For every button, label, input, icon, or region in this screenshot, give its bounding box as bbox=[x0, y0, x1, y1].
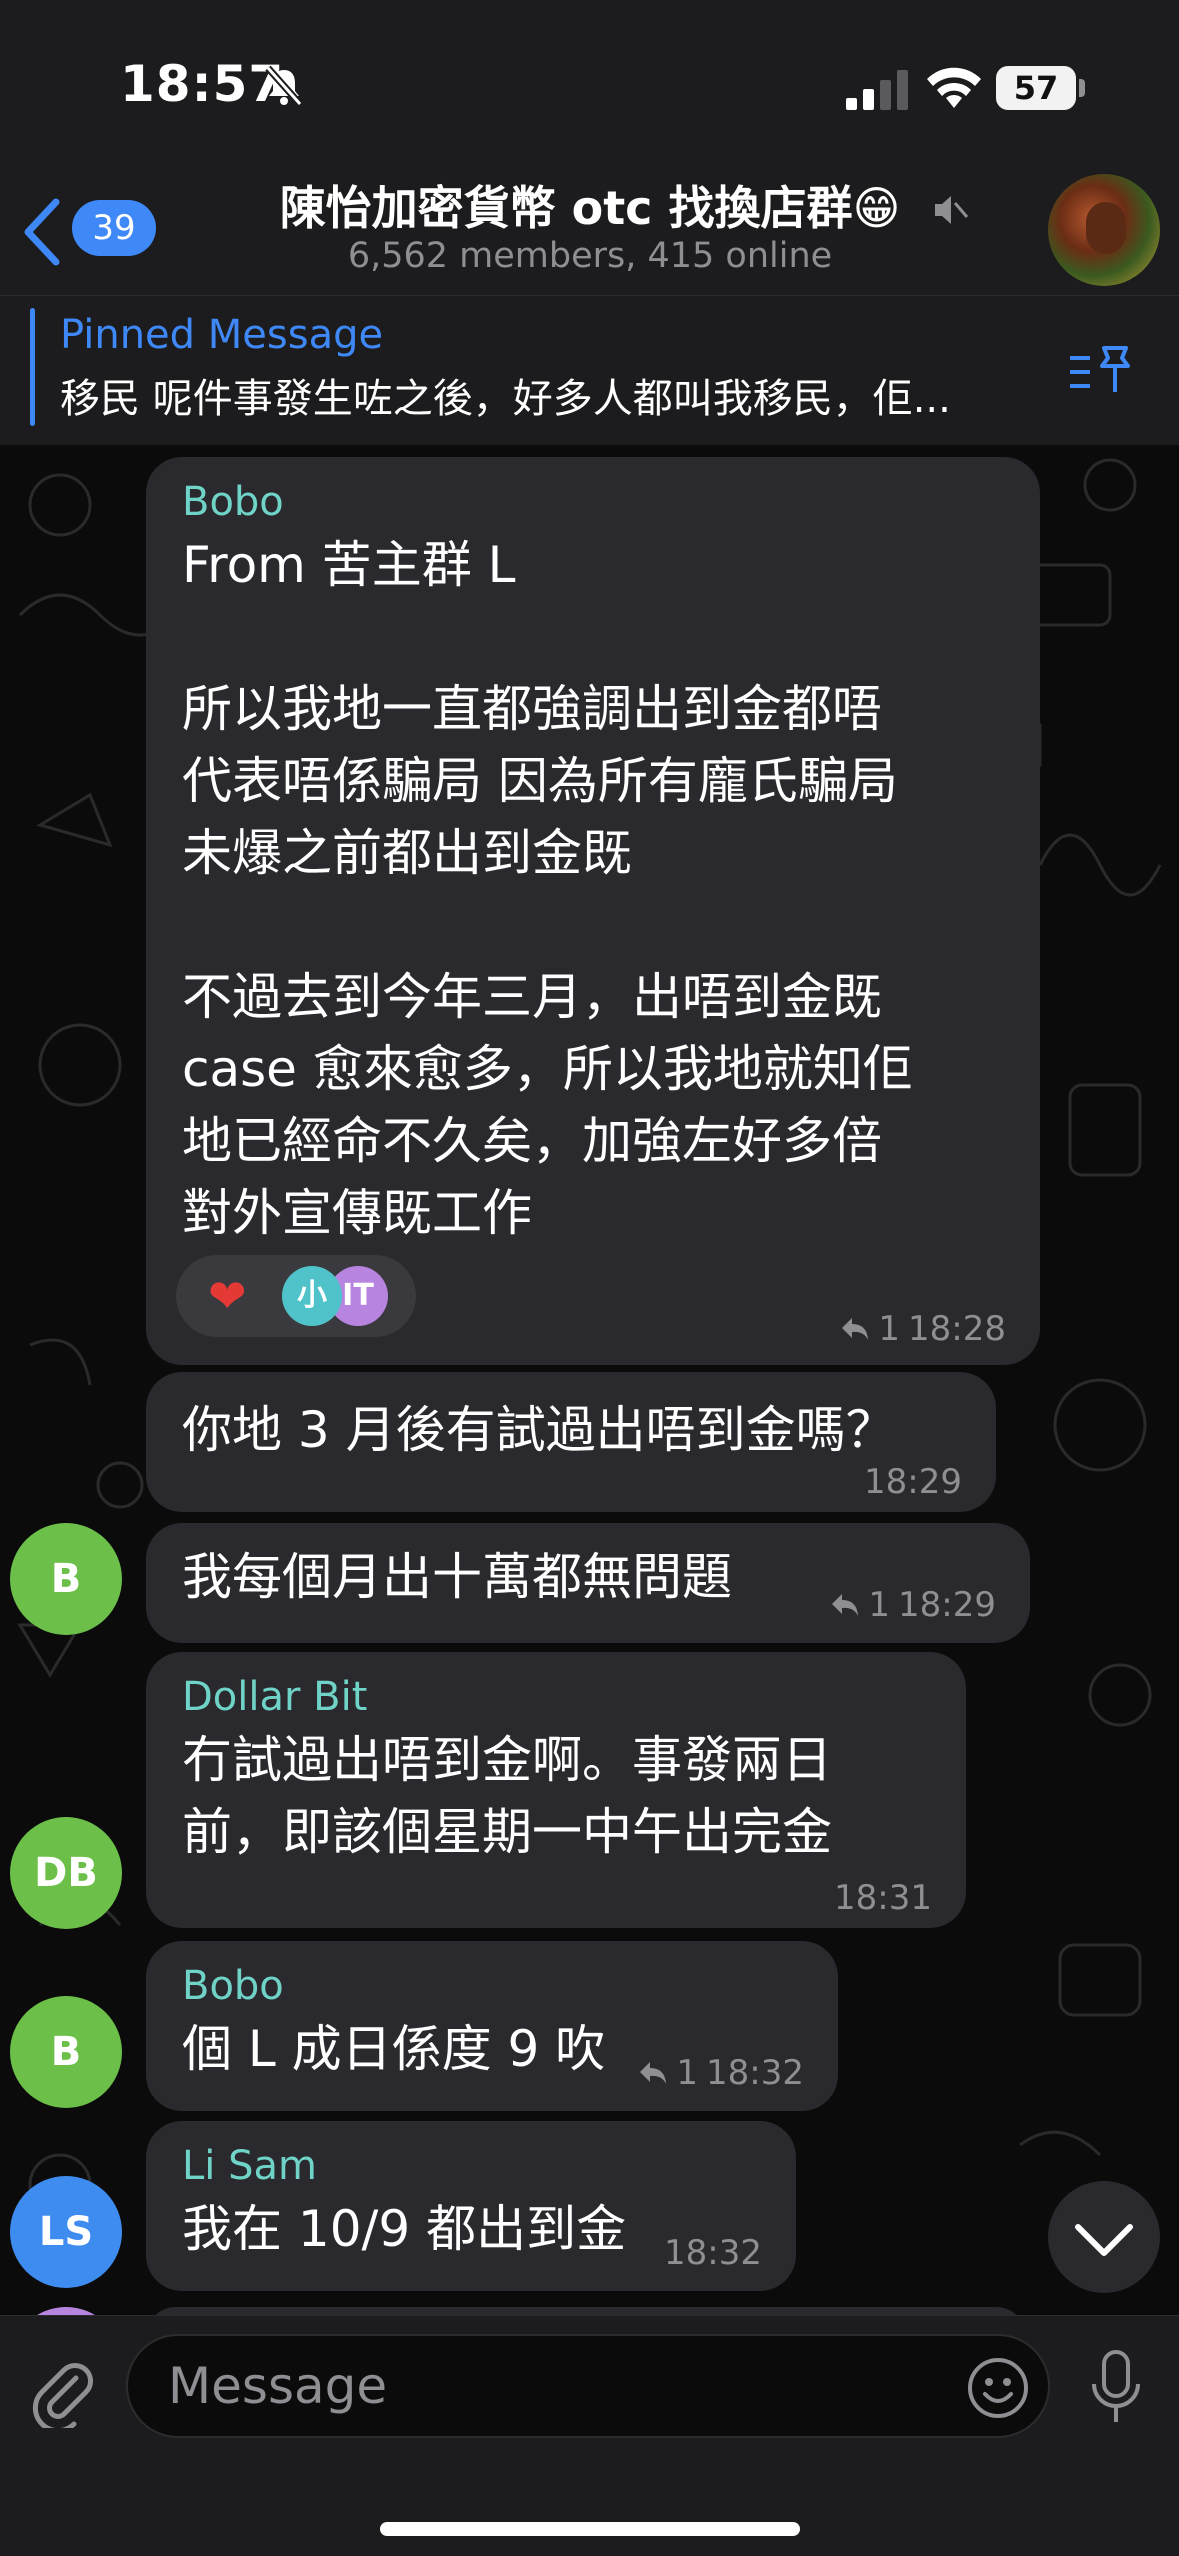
user-avatar[interactable]: LS bbox=[10, 2176, 122, 2288]
message-bubble[interactable]: Bobo From 苦主群 L 所以我地一直都強調出到金都唔 代表唔係騙局 因為… bbox=[146, 457, 1040, 1365]
pinned-indicator-bar bbox=[30, 308, 35, 426]
message-time: 18:31 bbox=[834, 1878, 932, 1918]
chat-title[interactable]: 陳怡加密貨幣 otc 找換店群😁 bbox=[190, 172, 990, 238]
battery-indicator: 57 bbox=[996, 66, 1076, 110]
bell-off-icon bbox=[265, 65, 303, 107]
reply-arrow-icon bbox=[640, 2062, 667, 2084]
message-text: From 苦主群 L 所以我地一直都強調出到金都唔 代表唔係騙局 因為所有龐氏騙… bbox=[182, 536, 913, 1242]
reply-count[interactable]: 1 bbox=[868, 1585, 890, 1625]
message-time: 18:29 bbox=[898, 1585, 996, 1625]
message-time: 18:32 bbox=[706, 2053, 804, 2093]
group-avatar[interactable] bbox=[1048, 174, 1160, 286]
sender-name[interactable]: Dollar Bit bbox=[182, 1674, 930, 1720]
status-time: 18:57 bbox=[120, 55, 285, 113]
message-text: 冇試過出唔到金啊。事發兩日 前，即該個星期一中午出完金 bbox=[182, 1731, 832, 1861]
microphone-icon[interactable] bbox=[1086, 2348, 1146, 2428]
message-meta: 18:29 bbox=[864, 1462, 962, 1502]
message-meta: 18:32 bbox=[664, 2233, 762, 2273]
message-composer bbox=[0, 2315, 1179, 2556]
chevron-down-icon bbox=[1075, 2224, 1133, 2256]
cellular-signal-icon bbox=[846, 70, 908, 110]
sticker-emoji-icon[interactable] bbox=[966, 2356, 1030, 2420]
message-meta: 1 18:28 bbox=[840, 1309, 1006, 1349]
message-bubble[interactable]: 你地 3 月後有試過出唔到金嗎？ 18:29 bbox=[146, 1372, 996, 1512]
message-meta: 1 18:29 bbox=[830, 1585, 996, 1625]
heart-reaction[interactable]: ❤ bbox=[208, 1269, 247, 1323]
user-avatar[interactable]: B bbox=[10, 1523, 122, 1635]
message-time: 18:29 bbox=[864, 1462, 962, 1502]
home-indicator bbox=[380, 2522, 800, 2536]
user-avatar[interactable]: B bbox=[10, 1996, 122, 2108]
message-bubble[interactable] bbox=[146, 2307, 1026, 2315]
chat-header: 39 陳怡加密貨幣 otc 找換店群😁 6,562 members, 415 o… bbox=[0, 160, 1179, 295]
message-meta: 18:31 bbox=[834, 1878, 932, 1918]
message-time: 18:32 bbox=[664, 2233, 762, 2273]
pinned-text: 移民 呢件事發生咗之後，好多人都叫我移民，佢... bbox=[60, 376, 951, 422]
message-input[interactable] bbox=[126, 2334, 1050, 2438]
battery-tip bbox=[1079, 79, 1085, 97]
reply-count[interactable]: 1 bbox=[878, 1309, 900, 1349]
message-bubble[interactable]: Bobo 個 L 成日係度 9 吹 1 18:32 bbox=[146, 1941, 838, 2111]
message-time: 18:28 bbox=[908, 1309, 1006, 1349]
reply-count[interactable]: 1 bbox=[676, 2053, 698, 2093]
message-meta: 1 18:32 bbox=[638, 2053, 804, 2093]
message-bubble[interactable]: Li Sam 我在 10/9 都出到金 18:32 bbox=[146, 2121, 796, 2291]
scroll-to-bottom-button[interactable] bbox=[1048, 2181, 1160, 2293]
sender-name[interactable]: Bobo bbox=[182, 1963, 802, 2009]
sender-name[interactable]: Bobo bbox=[182, 479, 1004, 525]
pinned-message-banner[interactable]: Pinned Message 移民 呢件事發生咗之後，好多人都叫我移民，佢... bbox=[0, 295, 1179, 445]
reaction-bar[interactable]: ❤ IT 小 bbox=[176, 1255, 416, 1337]
chat-area[interactable]: Bobo From 苦主群 L 所以我地一直都強調出到金都唔 代表唔係騙局 因為… bbox=[0, 445, 1179, 2315]
message-text: 你地 3 月後有試過出唔到金嗎？ bbox=[182, 1401, 896, 1459]
reactor-avatar: 小 bbox=[282, 1266, 342, 1326]
reply-arrow-icon bbox=[842, 1318, 869, 1340]
unread-count-badge[interactable]: 39 bbox=[72, 200, 156, 256]
pinned-list-icon[interactable] bbox=[1068, 344, 1134, 396]
muted-speaker-icon bbox=[935, 196, 969, 224]
reply-arrow-icon bbox=[832, 1594, 859, 1616]
chat-subtitle: 6,562 members, 415 online bbox=[347, 236, 833, 276]
sender-name[interactable]: Li Sam bbox=[182, 2143, 760, 2189]
paperclip-icon[interactable] bbox=[30, 2356, 94, 2428]
message-bubble[interactable]: 我每個月出十萬都無問題 1 18:29 bbox=[146, 1523, 1030, 1643]
wifi-icon bbox=[927, 67, 981, 108]
back-chevron-icon[interactable] bbox=[20, 196, 64, 268]
user-avatar[interactable]: DB bbox=[10, 1817, 122, 1929]
pinned-label: Pinned Message bbox=[60, 312, 384, 358]
message-bubble[interactable]: Dollar Bit 冇試過出唔到金啊。事發兩日 前，即該個星期一中午出完金 1… bbox=[146, 1652, 966, 1928]
status-bar: 18:57 57 bbox=[0, 0, 1179, 160]
